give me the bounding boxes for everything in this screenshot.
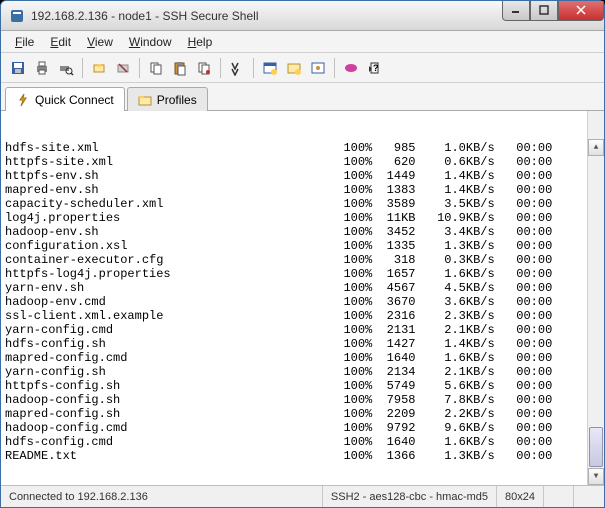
toolbar-separator — [220, 58, 221, 78]
new-terminal-button[interactable] — [259, 57, 281, 79]
tab-quick-connect[interactable]: Quick Connect — [5, 87, 125, 111]
titlebar[interactable]: 192.168.2.136 - node1 - SSH Secure Shell — [1, 1, 604, 31]
minimize-button[interactable] — [502, 1, 530, 21]
save-button[interactable] — [7, 57, 29, 79]
toolbar-separator — [82, 58, 83, 78]
log-button[interactable] — [340, 57, 362, 79]
toolbar-separator — [139, 58, 140, 78]
close-button[interactable] — [558, 1, 604, 21]
status-pad2 — [574, 486, 604, 507]
toolbar-separator — [334, 58, 335, 78]
toolbar: ? — [1, 53, 604, 83]
maximize-button[interactable] — [530, 1, 558, 21]
terminal[interactable]: hdfs-site.xml 100% 985 1.0KB/s 00:00 htt… — [1, 111, 604, 485]
status-pad1 — [544, 486, 574, 507]
app-window: 192.168.2.136 - node1 - SSH Secure Shell… — [0, 0, 605, 508]
print-button[interactable] — [31, 57, 53, 79]
window-title: 192.168.2.136 - node1 - SSH Secure Shell — [31, 9, 502, 23]
status-cipher: SSH2 - aes128-cbc - hmac-md5 — [323, 486, 497, 507]
app-icon — [9, 8, 25, 24]
status-connected: Connected to 192.168.2.136 — [1, 486, 323, 507]
scrollbar[interactable]: ▲ ▼ — [587, 111, 604, 485]
scroll-down-button[interactable]: ▼ — [588, 468, 604, 485]
help-button[interactable]: ? — [364, 57, 386, 79]
new-file-transfer-button[interactable] — [283, 57, 305, 79]
print-preview-button[interactable] — [55, 57, 77, 79]
paste-button[interactable] — [169, 57, 191, 79]
menu-view[interactable]: View — [79, 33, 121, 51]
folder-icon — [138, 93, 152, 107]
find-button[interactable] — [226, 57, 248, 79]
menu-window[interactable]: Window — [121, 33, 180, 51]
scroll-up-button[interactable]: ▲ — [588, 139, 604, 156]
svg-text:?: ? — [373, 63, 379, 73]
menubar: File Edit View Window Help — [1, 31, 604, 53]
connect-button[interactable] — [88, 57, 110, 79]
tab-label: Quick Connect — [35, 93, 114, 107]
menu-file[interactable]: File — [7, 33, 42, 51]
tabbar: Quick Connect Profiles — [1, 83, 604, 111]
statusbar: Connected to 192.168.2.136 SSH2 - aes128… — [1, 485, 604, 507]
window-controls — [502, 1, 604, 21]
menu-edit[interactable]: Edit — [42, 33, 79, 51]
status-termsize: 80x24 — [497, 486, 544, 507]
tab-profiles[interactable]: Profiles — [127, 87, 208, 111]
scroll-thumb[interactable] — [589, 427, 603, 467]
terminal-output: hdfs-site.xml 100% 985 1.0KB/s 00:00 htt… — [5, 141, 600, 463]
cut-button[interactable] — [193, 57, 215, 79]
settings-button[interactable] — [307, 57, 329, 79]
disconnect-button[interactable] — [112, 57, 134, 79]
copy-button[interactable] — [145, 57, 167, 79]
tab-label: Profiles — [157, 93, 197, 107]
toolbar-separator — [253, 58, 254, 78]
menu-help[interactable]: Help — [180, 33, 221, 51]
lightning-icon — [16, 93, 30, 107]
